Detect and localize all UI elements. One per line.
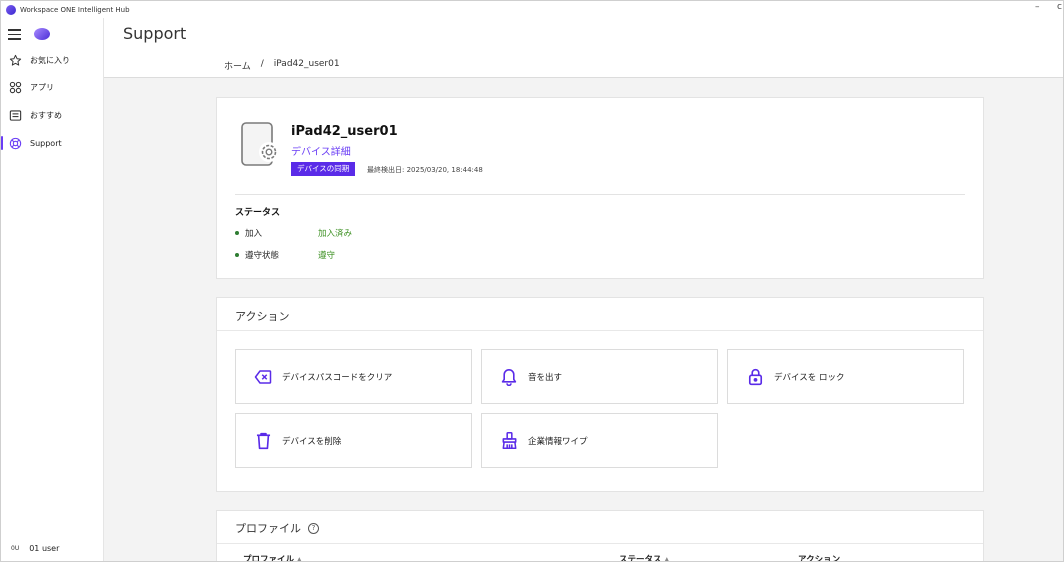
device-detail-link[interactable]: デバイス詳細 — [291, 143, 351, 158]
window-control-button[interactable]: c — [1057, 2, 1062, 12]
page-header: Support ホーム / iPad42_user01 — [104, 18, 1063, 78]
help-icon[interactable]: ? — [308, 522, 319, 534]
window-title: Workspace ONE Intelligent Hub — [20, 5, 130, 14]
status-row-enrollment: 加入 加入済み — [235, 227, 352, 239]
play-sound-button[interactable]: 音を出す — [481, 349, 718, 404]
delete-device-button[interactable]: デバイスを削除 — [235, 413, 472, 468]
actions-heading: アクション — [235, 310, 290, 323]
status-heading: ステータス — [235, 208, 281, 218]
action-label: 音を出す — [528, 372, 563, 383]
actions-card: アクション デバイスパスコードをクリア 音を出す デバイスを ロック デバイスを — [216, 297, 984, 492]
divider — [235, 194, 965, 195]
title-bar: Workspace ONE Intelligent Hub – c — [1, 1, 1063, 18]
column-header-action: アクション — [798, 555, 841, 562]
sort-icon: ▲ — [664, 555, 670, 562]
status-label: 遵守状態 — [245, 251, 280, 261]
status-value: 遵守 — [318, 251, 336, 261]
divider — [217, 330, 983, 331]
lock-device-button[interactable]: デバイスを ロック — [727, 349, 964, 404]
sidebar-item-label: お気に入り — [30, 55, 70, 65]
breadcrumb-current: iPad42_user01 — [273, 59, 340, 69]
app-logo-icon — [6, 4, 16, 15]
sidebar-item-support[interactable]: Support — [1, 132, 104, 154]
action-label: デバイスを削除 — [282, 436, 342, 447]
column-header-status[interactable]: ステータス ▲ — [619, 553, 670, 562]
hub-logo-icon — [34, 28, 50, 40]
star-icon — [8, 53, 22, 67]
status-dot-icon — [235, 253, 239, 257]
sort-icon: ▲ — [297, 555, 302, 562]
profiles-card: プロファイル ? プロファイル ▲ ステータス ▲ アクション — [216, 510, 984, 562]
lock-icon — [745, 367, 765, 387]
column-header-profile[interactable]: プロファイル ▲ — [243, 553, 302, 562]
recommend-icon — [8, 108, 22, 122]
clear-passcode-button[interactable]: デバイスパスコードをクリア — [235, 349, 472, 404]
breadcrumb-home-link[interactable]: ホーム — [224, 59, 251, 72]
device-card: iPad42_user01 デバイス詳細 デバイスの同期 最終検出日: 2025… — [216, 97, 984, 279]
trash-icon — [253, 431, 273, 451]
sidebar: お気に入り アプリ おすすめ Support 0U 01 user — [1, 18, 104, 561]
user-profile-button[interactable]: 0U 01 user — [1, 540, 104, 556]
status-label: 加入 — [245, 229, 263, 239]
sidebar-item-favorites[interactable]: お気に入り — [1, 49, 104, 71]
sidebar-item-label: おすすめ — [30, 110, 62, 120]
wipe-icon — [499, 431, 519, 451]
device-settings-icon — [241, 122, 279, 168]
sidebar-item-label: Support — [30, 138, 62, 148]
app-window: Workspace ONE Intelligent Hub – c お気に入り … — [0, 0, 1064, 562]
enterprise-wipe-button[interactable]: 企業情報ワイプ — [481, 413, 718, 468]
breadcrumb-separator: / — [260, 59, 264, 69]
support-icon — [8, 136, 22, 150]
status-dot-icon — [235, 231, 239, 235]
last-seen-timestamp: 最終検出日: 2025/03/20, 18:44:48 — [367, 166, 483, 174]
profiles-title: プロファイル — [235, 522, 301, 535]
clear-passcode-icon — [253, 367, 273, 387]
status-row-compliance: 遵守状態 遵守 — [235, 249, 335, 261]
profiles-heading: プロファイル ? — [235, 520, 319, 536]
device-name: iPad42_user01 — [291, 124, 398, 139]
action-label: デバイスを ロック — [774, 372, 845, 383]
page-title: Support — [123, 24, 187, 43]
breadcrumb: ホーム / iPad42_user01 — [224, 59, 340, 72]
avatar: 0U — [11, 544, 20, 552]
user-name: 01 user — [29, 543, 60, 553]
hamburger-menu-icon[interactable] — [8, 29, 21, 40]
sidebar-item-recommended[interactable]: おすすめ — [1, 104, 104, 126]
apps-icon — [8, 80, 22, 94]
action-label: デバイスパスコードをクリア — [282, 372, 393, 383]
bell-icon — [499, 367, 519, 387]
sidebar-item-label: アプリ — [30, 82, 54, 92]
action-label: 企業情報ワイプ — [528, 436, 588, 447]
status-value: 加入済み — [318, 229, 353, 239]
sidebar-item-apps[interactable]: アプリ — [1, 76, 104, 98]
divider — [217, 543, 983, 544]
sync-device-button[interactable]: デバイスの同期 — [291, 162, 356, 176]
minimize-button[interactable]: – — [1035, 2, 1040, 12]
